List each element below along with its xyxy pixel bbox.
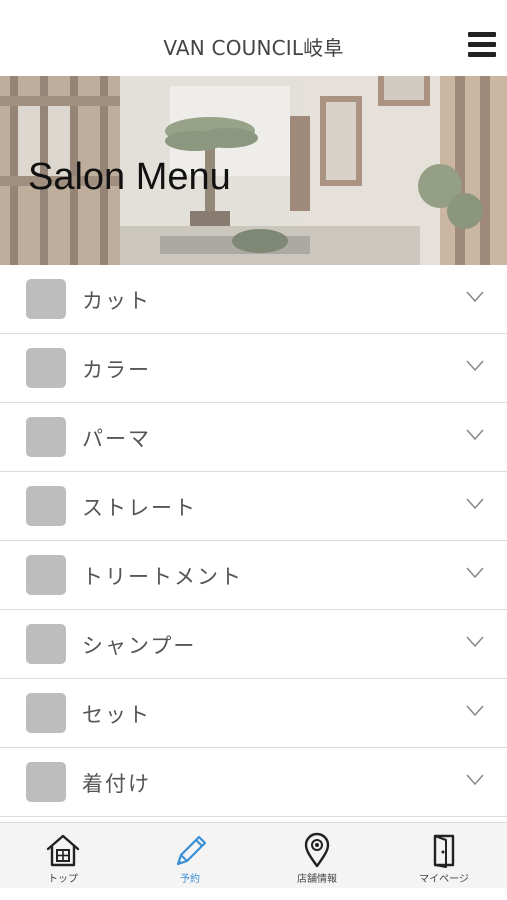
home-icon bbox=[46, 834, 80, 867]
menu-item-set[interactable]: セット bbox=[0, 679, 507, 748]
map-pin-icon bbox=[304, 832, 330, 868]
menu-thumbnail bbox=[26, 762, 66, 802]
chevron-down-icon bbox=[466, 636, 484, 648]
tab-label: マイページ bbox=[419, 874, 469, 885]
menu-item-label: カット bbox=[82, 289, 151, 313]
chevron-down-icon bbox=[466, 774, 484, 786]
menu-item-label: トリートメント bbox=[82, 565, 243, 589]
app-header: VAN COUNCIL岐阜 bbox=[0, 0, 507, 76]
tab-top[interactable]: トップ bbox=[0, 823, 126, 889]
page-title: Salon Menu bbox=[28, 156, 231, 198]
menu-item-label: 着付け bbox=[82, 772, 151, 796]
chevron-down-icon bbox=[466, 567, 484, 579]
menu-item-label: カラー bbox=[82, 358, 151, 382]
tab-label: トップ bbox=[48, 874, 78, 885]
menu-item-perm[interactable]: パーマ bbox=[0, 403, 507, 472]
menu-item-color[interactable]: カラー bbox=[0, 334, 507, 403]
menu-item-label: パーマ bbox=[82, 427, 151, 451]
menu-thumbnail bbox=[26, 555, 66, 595]
menu-item-cut[interactable]: カット bbox=[0, 265, 507, 334]
app-title: VAN COUNCIL岐阜 bbox=[163, 36, 344, 60]
tab-label: 店舗情報 bbox=[297, 874, 337, 885]
tab-reservation[interactable]: 予約 bbox=[127, 823, 253, 889]
hamburger-menu-icon[interactable] bbox=[468, 30, 496, 58]
menu-item-label: セット bbox=[82, 703, 151, 727]
menu-thumbnail bbox=[26, 348, 66, 388]
tab-label: 予約 bbox=[180, 874, 200, 885]
menu-list: カット カラー パーマ ストレート トリートメント シャンプー セット 着付け bbox=[0, 265, 507, 817]
chevron-down-icon bbox=[466, 705, 484, 717]
menu-item-straight[interactable]: ストレート bbox=[0, 472, 507, 541]
menu-thumbnail bbox=[26, 693, 66, 733]
menu-item-shampoo[interactable]: シャンプー bbox=[0, 610, 507, 679]
menu-thumbnail bbox=[26, 417, 66, 457]
menu-thumbnail bbox=[26, 486, 66, 526]
menu-item-label: シャンプー bbox=[82, 634, 197, 658]
chevron-down-icon bbox=[466, 498, 484, 510]
pencil-icon bbox=[176, 835, 207, 866]
tab-mypage[interactable]: マイページ bbox=[381, 823, 507, 889]
menu-thumbnail bbox=[26, 279, 66, 319]
door-icon bbox=[433, 834, 455, 868]
chevron-down-icon bbox=[466, 429, 484, 441]
chevron-down-icon bbox=[466, 360, 484, 372]
bottom-safe-area bbox=[0, 888, 507, 900]
chevron-down-icon bbox=[466, 291, 484, 303]
bottom-tab-bar: トップ 予約 店舗情報 マイページ bbox=[0, 822, 507, 889]
menu-item-kitsuke[interactable]: 着付け bbox=[0, 748, 507, 817]
menu-thumbnail bbox=[26, 624, 66, 664]
menu-item-label: ストレート bbox=[82, 496, 197, 520]
menu-item-treatment[interactable]: トリートメント bbox=[0, 541, 507, 610]
tab-store-info[interactable]: 店舗情報 bbox=[254, 823, 380, 889]
hero-banner: Salon Menu bbox=[0, 76, 507, 265]
